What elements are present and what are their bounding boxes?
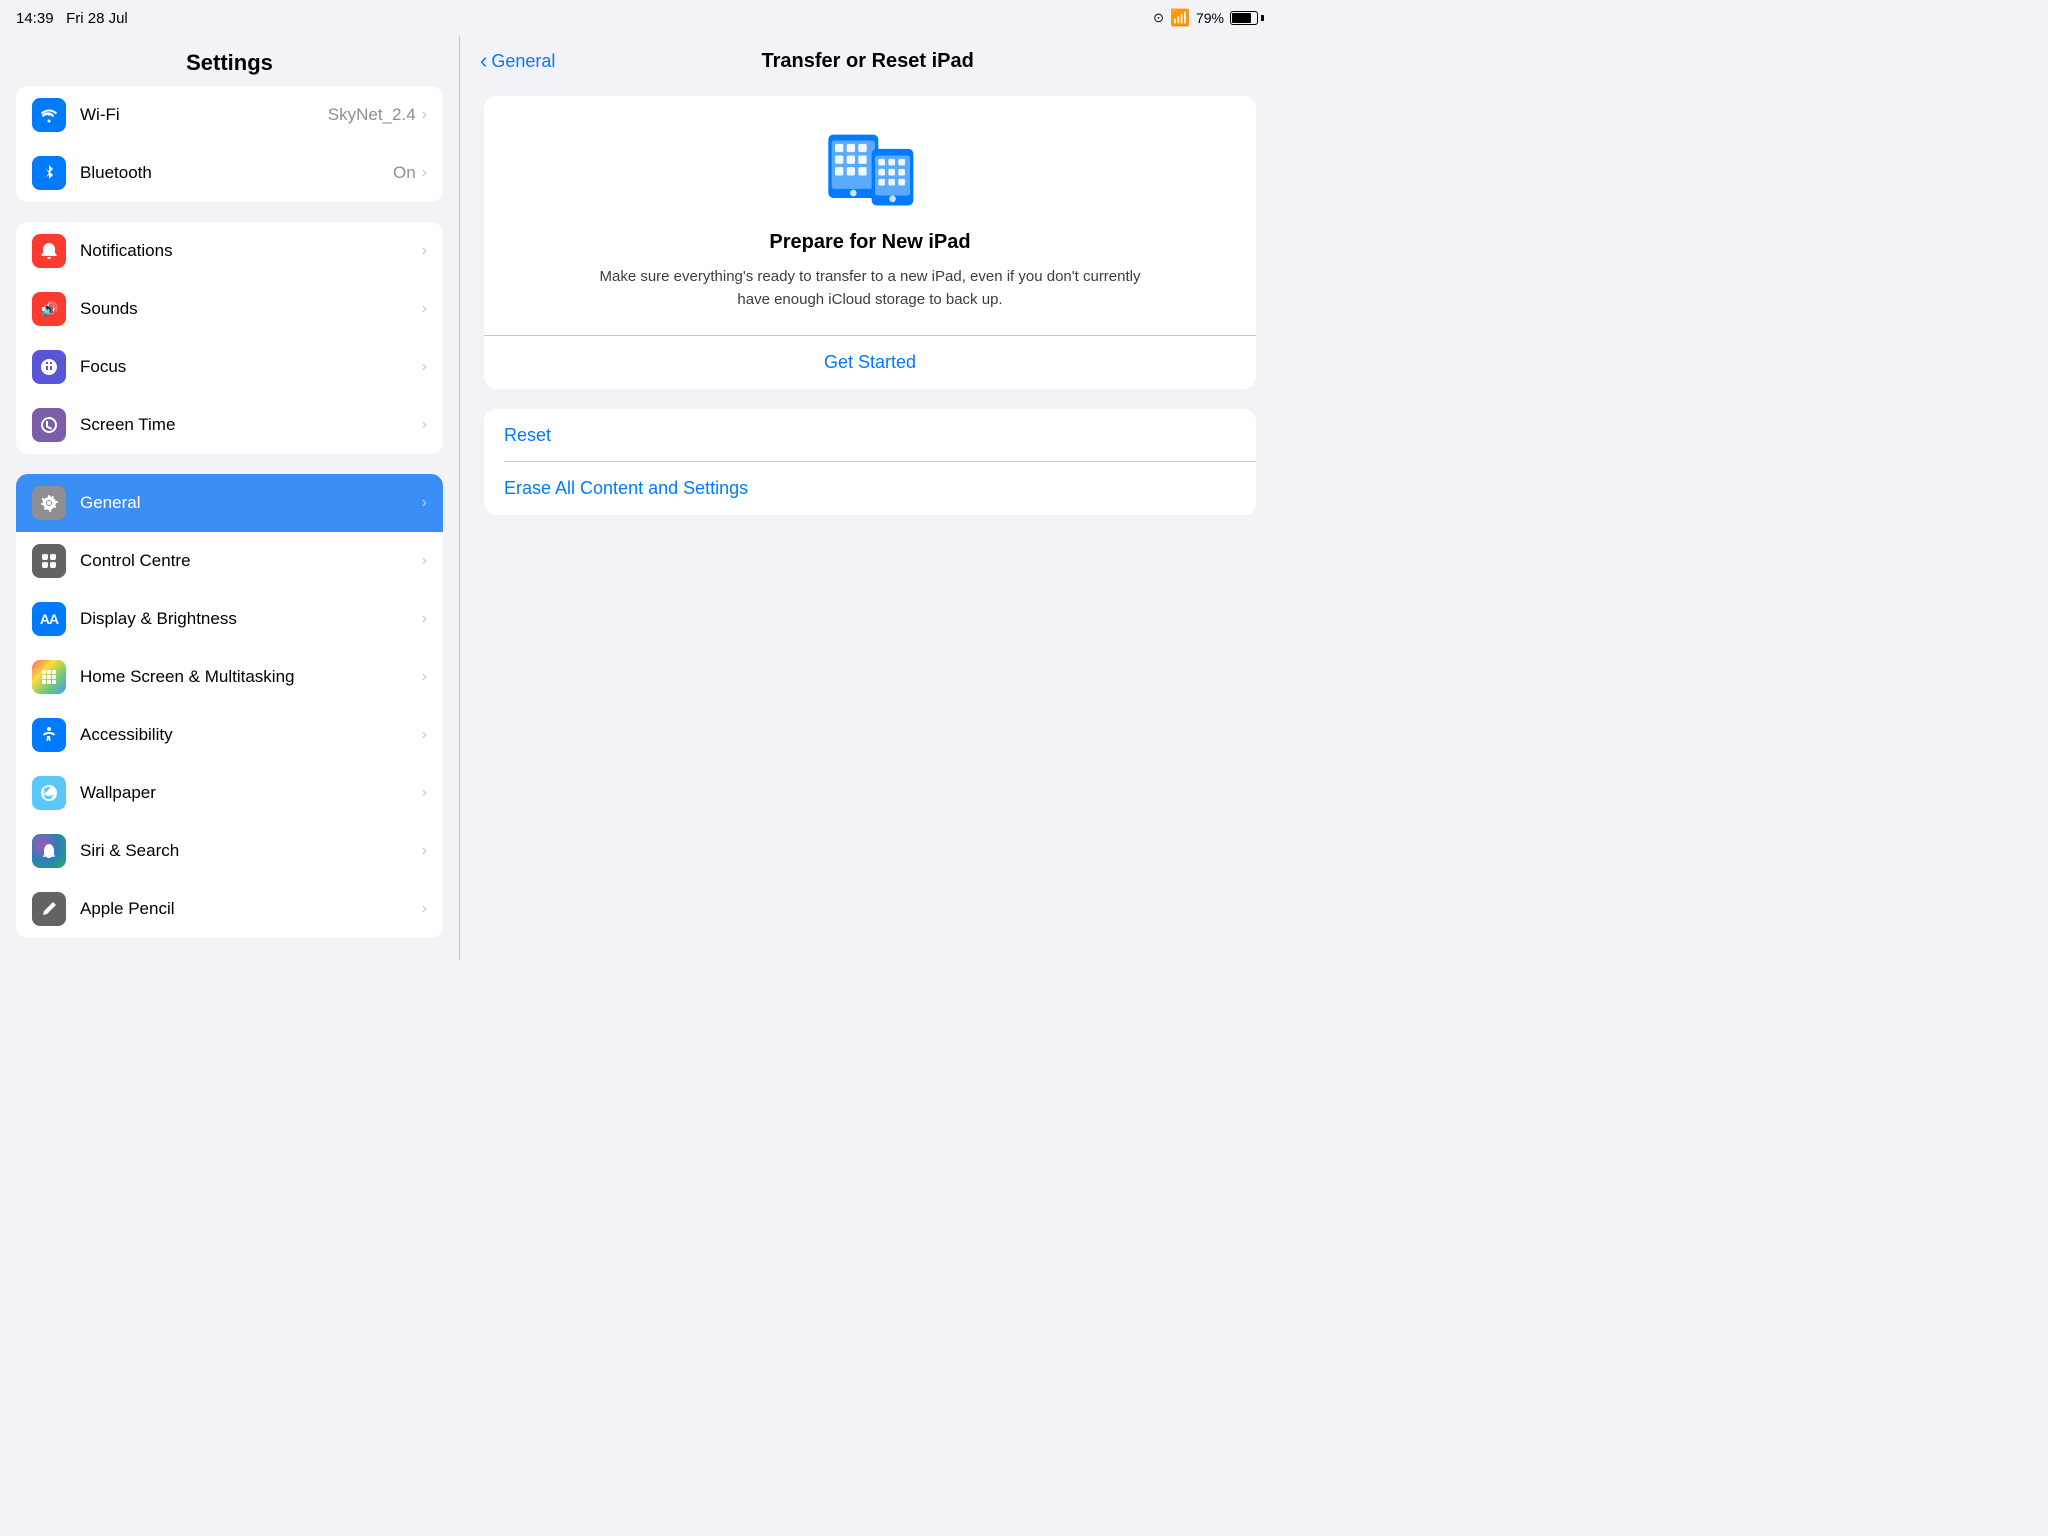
sidebar-item-displaybrightness[interactable]: AA Display & Brightness ›: [16, 590, 443, 648]
sidebar[interactable]: Settings Wi-Fi SkyNet_2.4 › Bl: [0, 36, 460, 960]
svg-text:🔊: 🔊: [41, 300, 58, 318]
prepare-title: Prepare for New iPad: [769, 231, 970, 254]
wifi-icon: [32, 98, 66, 132]
accessibility-icon: [32, 718, 66, 752]
chevron-icon: ›: [422, 610, 427, 628]
right-panel: ‹ General Transfer or Reset iPad: [460, 36, 1280, 960]
prepare-card-body: Prepare for New iPad Make sure everythin…: [484, 96, 1256, 335]
sidebar-item-focus[interactable]: Focus ›: [16, 338, 443, 396]
chevron-icon: ›: [422, 784, 427, 802]
status-indicators: ⊙ 📶 79%: [1153, 8, 1264, 28]
prepare-card: Prepare for New iPad Make sure everythin…: [484, 96, 1256, 389]
sidebar-item-controlcentre[interactable]: Control Centre ›: [16, 532, 443, 590]
notifications-icon: [32, 234, 66, 268]
chevron-icon: ›: [422, 552, 427, 570]
general-icon: [32, 486, 66, 520]
status-date: Fri 28 Jul: [66, 10, 128, 27]
sidebar-title: Settings: [0, 36, 459, 86]
status-bar: 14:39 Fri 28 Jul ⊙ 📶 79%: [0, 0, 1280, 36]
signal-icon: ⊙: [1153, 10, 1164, 26]
chevron-icon: ›: [422, 668, 427, 686]
sidebar-item-screentime[interactable]: Screen Time ›: [16, 396, 443, 454]
wifi-value: SkyNet_2.4: [328, 105, 416, 125]
sounds-label: Sounds: [80, 299, 422, 319]
bluetooth-icon: [32, 156, 66, 190]
screentime-label: Screen Time: [80, 415, 422, 435]
sidebar-item-applepencil[interactable]: Apple Pencil ›: [16, 880, 443, 938]
applepencil-icon: [32, 892, 66, 926]
sidebar-item-sounds[interactable]: 🔊 Sounds ›: [16, 280, 443, 338]
settings-group-notifications: Notifications › 🔊 Sounds ›: [16, 222, 443, 454]
displaybrightness-icon: AA: [32, 602, 66, 636]
wifi-label: Wi-Fi: [80, 105, 328, 125]
sidebar-item-sirisearch[interactable]: Siri & Search ›: [16, 822, 443, 880]
notifications-label: Notifications: [80, 241, 422, 261]
sidebar-item-homescreen[interactable]: Home Screen & Multitasking ›: [16, 648, 443, 706]
transfer-icon: [820, 128, 920, 208]
settings-group-general: General › Control Centre › AA Display &: [16, 474, 443, 938]
chevron-icon: ›: [422, 416, 427, 434]
settings-group-connectivity: Wi-Fi SkyNet_2.4 › Bluetooth On ›: [16, 86, 443, 202]
bottom-actions-card: Reset Erase All Content and Settings: [484, 409, 1256, 515]
homescreen-icon: [32, 660, 66, 694]
chevron-icon: ›: [422, 494, 427, 512]
nav-bar: ‹ General Transfer or Reset iPad: [460, 36, 1280, 86]
controlcentre-label: Control Centre: [80, 551, 422, 571]
wallpaper-label: Wallpaper: [80, 783, 422, 803]
focus-icon: [32, 350, 66, 384]
applepencil-label: Apple Pencil: [80, 899, 422, 919]
status-time: 14:39: [16, 10, 54, 27]
general-label: General: [80, 493, 422, 513]
prepare-icon-area: [820, 128, 920, 213]
page-title: Transfer or Reset iPad: [555, 50, 1180, 73]
bluetooth-label: Bluetooth: [80, 163, 393, 183]
chevron-icon: ›: [422, 242, 427, 260]
erase-all-button[interactable]: Erase All Content and Settings: [484, 462, 1256, 515]
chevron-icon: ›: [422, 164, 427, 182]
reset-button[interactable]: Reset: [484, 409, 1256, 462]
bluetooth-value: On: [393, 163, 416, 183]
sounds-icon: 🔊: [32, 292, 66, 326]
screentime-icon: [32, 408, 66, 442]
chevron-icon: ›: [422, 106, 427, 124]
get-started-button[interactable]: Get Started: [484, 336, 1256, 389]
sidebar-item-bluetooth[interactable]: Bluetooth On ›: [16, 144, 443, 202]
controlcentre-icon: [32, 544, 66, 578]
sidebar-item-notifications[interactable]: Notifications ›: [16, 222, 443, 280]
back-button[interactable]: ‹ General: [480, 48, 555, 74]
homescreen-label: Home Screen & Multitasking: [80, 667, 422, 687]
wallpaper-icon: [32, 776, 66, 810]
battery-icon: [1230, 11, 1264, 25]
status-time-date: 14:39 Fri 28 Jul: [16, 10, 128, 27]
back-chevron-icon: ‹: [480, 48, 487, 74]
prepare-desc: Make sure everything's ready to transfer…: [590, 266, 1150, 311]
wifi-icon: 📶: [1170, 8, 1190, 28]
sidebar-item-general[interactable]: General ›: [16, 474, 443, 532]
sirisearch-label: Siri & Search: [80, 841, 422, 861]
chevron-icon: ›: [422, 726, 427, 744]
chevron-icon: ›: [422, 900, 427, 918]
siri-icon: [32, 834, 66, 868]
chevron-icon: ›: [422, 300, 427, 318]
displaybrightness-label: Display & Brightness: [80, 609, 422, 629]
focus-label: Focus: [80, 357, 422, 377]
sidebar-item-wallpaper[interactable]: Wallpaper ›: [16, 764, 443, 822]
back-label[interactable]: General: [491, 51, 555, 72]
main-layout: Settings Wi-Fi SkyNet_2.4 › Bl: [0, 36, 1280, 960]
battery-percent: 79%: [1196, 10, 1224, 26]
sidebar-item-wifi[interactable]: Wi-Fi SkyNet_2.4 ›: [16, 86, 443, 144]
accessibility-label: Accessibility: [80, 725, 422, 745]
content-area: Prepare for New iPad Make sure everythin…: [460, 86, 1280, 960]
chevron-icon: ›: [422, 358, 427, 376]
sidebar-item-accessibility[interactable]: Accessibility ›: [16, 706, 443, 764]
chevron-icon: ›: [422, 842, 427, 860]
